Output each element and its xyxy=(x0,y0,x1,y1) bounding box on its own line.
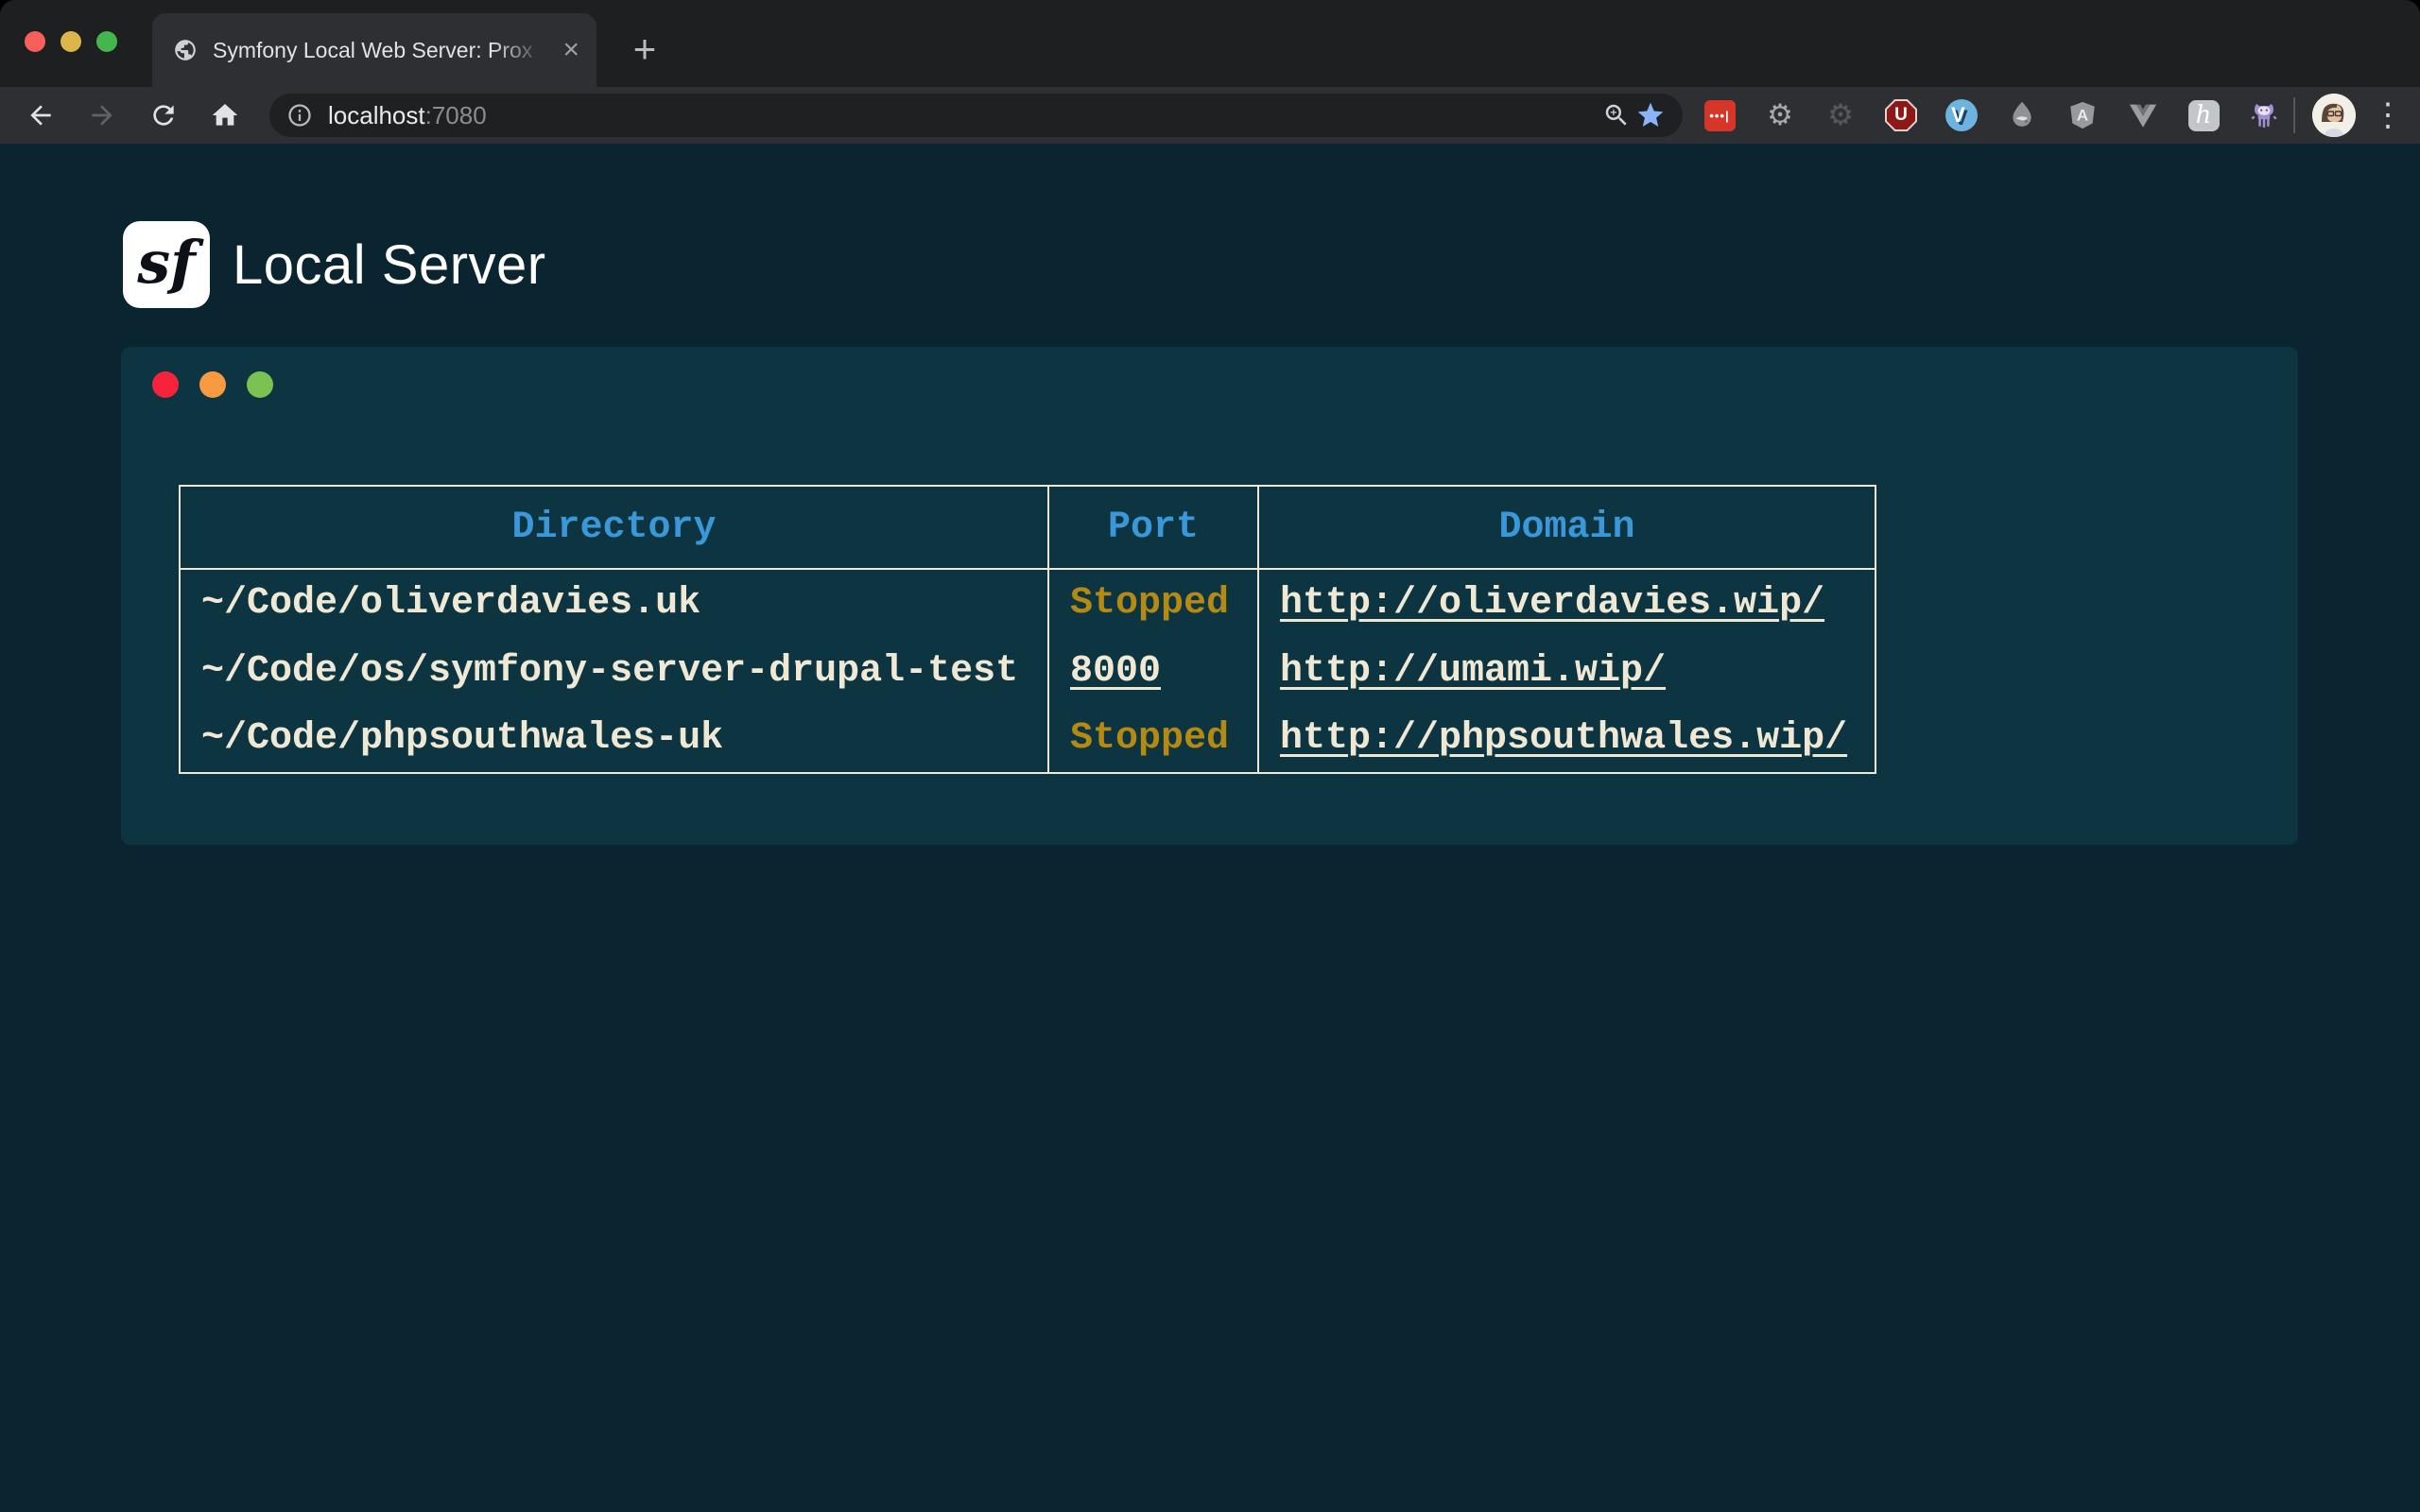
svg-text:A: A xyxy=(2077,107,2088,125)
bookmark-star-icon[interactable] xyxy=(1634,98,1668,132)
port-status: Stopped xyxy=(1048,569,1258,637)
page-content: sf Local Server Directory Port Domain xyxy=(0,144,2420,1512)
toolbar-divider xyxy=(2293,97,2295,133)
card-red-dot xyxy=(152,371,179,398)
domain-link[interactable]: http://umami.wip/ xyxy=(1280,650,1666,693)
header-port: Port xyxy=(1048,486,1258,569)
directory-cell: ~/Code/os/symfony-server-drupal-test xyxy=(180,637,1048,705)
tab-strip: Symfony Local Web Server: Prox × + xyxy=(0,0,2420,87)
card-orange-dot xyxy=(199,371,226,398)
new-tab-button[interactable]: + xyxy=(624,28,666,70)
window-close-button[interactable] xyxy=(25,31,45,52)
url-text: localhost:7080 xyxy=(328,101,1599,130)
card-green-dot xyxy=(247,371,273,398)
window-minimize-button[interactable] xyxy=(60,31,81,52)
zoom-indicator-icon[interactable] xyxy=(1599,98,1634,132)
drupal-extension-icon[interactable] xyxy=(2006,99,2038,131)
servers-table: Directory Port Domain ~/Code/oliverdavie… xyxy=(179,485,1876,774)
table-row: ~/Code/phpsouthwales-uk Stopped http://p… xyxy=(180,705,1876,773)
ublock-extension-icon[interactable]: U xyxy=(1885,99,1917,131)
server-card: Directory Port Domain ~/Code/oliverdavie… xyxy=(121,347,2298,845)
directory-cell: ~/Code/oliverdavies.uk xyxy=(180,569,1048,637)
header-domain: Domain xyxy=(1258,486,1876,569)
domain-link[interactable]: http://phpsouthwales.wip/ xyxy=(1280,717,1847,760)
github-octocat-extension-icon[interactable] xyxy=(2248,99,2280,131)
forward-button[interactable] xyxy=(85,98,119,132)
tab-close-icon[interactable]: × xyxy=(562,36,579,64)
brand-header: sf Local Server xyxy=(0,144,2420,308)
reload-button[interactable] xyxy=(147,98,181,132)
table-header-row: Directory Port Domain xyxy=(180,486,1876,569)
browser-window: Symfony Local Web Server: Prox × + local… xyxy=(0,0,2420,1512)
gear-extension-icon[interactable]: ⚙ xyxy=(1764,99,1796,131)
gear-disabled-extension-icon[interactable]: ⚙ xyxy=(1824,99,1857,131)
port-status: Stopped xyxy=(1048,705,1258,773)
header-directory: Directory xyxy=(180,486,1048,569)
angular-extension-icon[interactable]: A xyxy=(2066,99,2099,131)
url-host: localhost xyxy=(328,101,425,129)
back-button[interactable] xyxy=(24,98,58,132)
home-button[interactable] xyxy=(208,98,242,132)
extensions-bar: •••| ⚙ ⚙ U VV A h xyxy=(1703,99,2280,131)
port-link[interactable]: 8000 xyxy=(1070,650,1161,693)
url-port: :7080 xyxy=(425,101,487,129)
blue-v-extension-icon[interactable]: VV xyxy=(1945,99,1978,131)
browser-tab[interactable]: Symfony Local Web Server: Prox × xyxy=(152,13,596,87)
profile-avatar[interactable] xyxy=(2312,94,2356,137)
site-info-icon[interactable] xyxy=(286,102,313,129)
address-bar[interactable]: localhost:7080 xyxy=(269,94,1683,137)
domain-link[interactable]: http://oliverdavies.wip/ xyxy=(1280,582,1824,625)
window-controls xyxy=(25,31,117,52)
browser-menu-icon[interactable]: ⋮ xyxy=(2371,98,2405,132)
window-fullscreen-button[interactable] xyxy=(96,31,117,52)
directory-cell: ~/Code/phpsouthwales-uk xyxy=(180,705,1048,773)
vue-extension-icon[interactable] xyxy=(2127,99,2159,131)
card-traffic-dots xyxy=(152,371,273,398)
honey-extension-icon[interactable]: h xyxy=(2187,99,2220,131)
tab-title: Symfony Local Web Server: Prox xyxy=(213,38,553,63)
table-row: ~/Code/os/symfony-server-drupal-test 800… xyxy=(180,637,1876,705)
page-title: Local Server xyxy=(233,233,546,297)
lastpass-extension-icon[interactable]: •••| xyxy=(1703,99,1736,131)
globe-favicon-icon xyxy=(173,38,198,62)
browser-toolbar: localhost:7080 •••| ⚙ ⚙ U VV xyxy=(0,87,2420,144)
symfony-logo: sf xyxy=(123,221,210,308)
table-row: ~/Code/oliverdavies.uk Stopped http://ol… xyxy=(180,569,1876,637)
